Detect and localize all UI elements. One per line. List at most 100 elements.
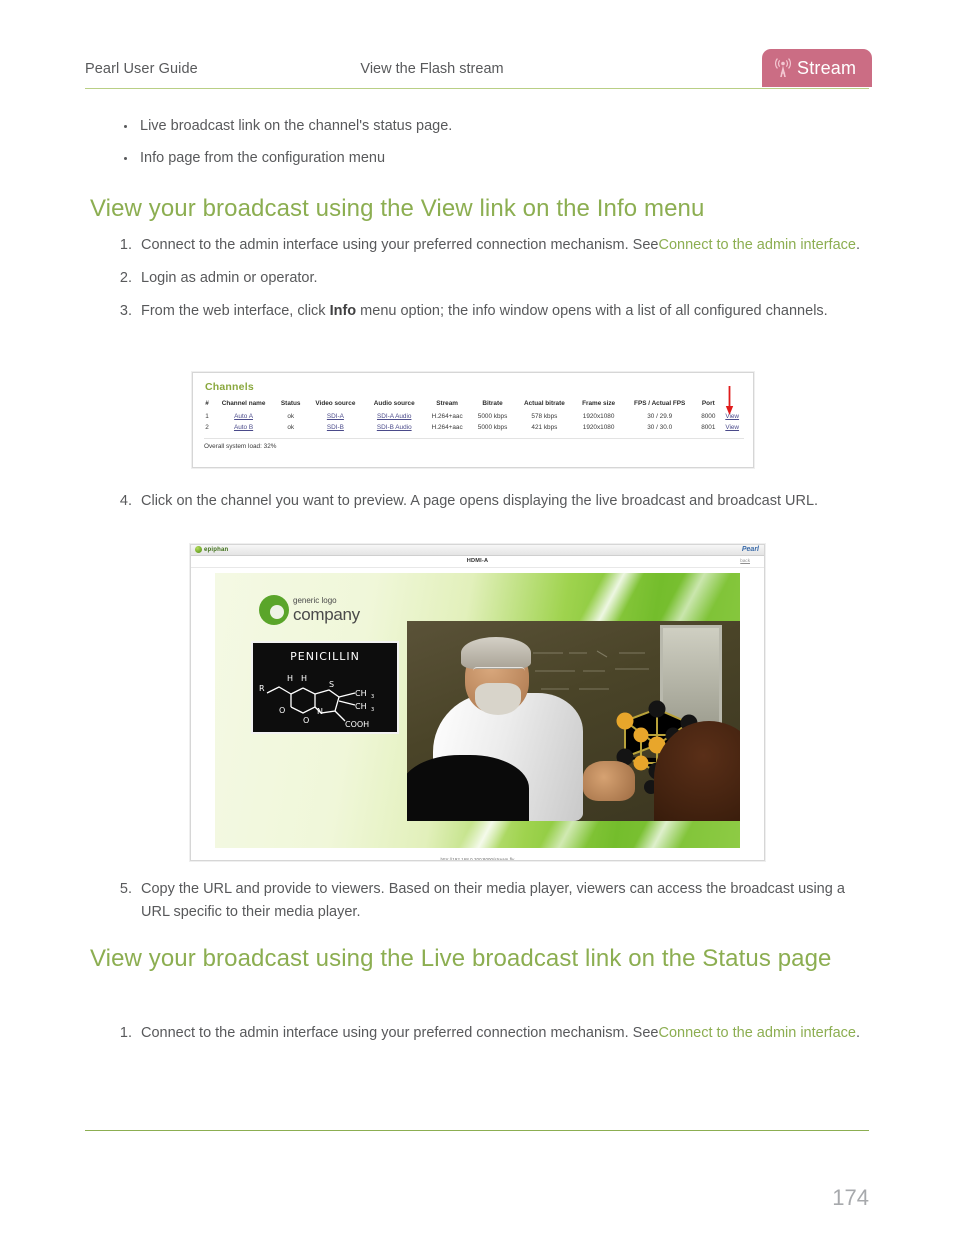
cell-channel-name: Auto B [212, 422, 275, 433]
stream-url-label: http://192.168.0.200:8000/stream.flv [440, 857, 515, 861]
company-logo: generic logo company [259, 595, 360, 625]
live-classroom-video [407, 621, 740, 821]
company-logo-generic-label: generic logo [293, 596, 337, 605]
svg-text:3: 3 [371, 707, 374, 713]
xref-connect-to-admin-interface[interactable]: Connect to the admin interface [658, 237, 855, 253]
col-status: Status [280, 400, 301, 407]
cell-index: 2 [205, 424, 209, 431]
svg-text:3: 3 [371, 694, 374, 700]
view-stream-link[interactable]: View [725, 424, 739, 431]
col-audio-source: Audio source [373, 400, 415, 407]
xref-connect-to-admin-interface[interactable]: Connect to the admin interface [658, 1025, 855, 1041]
step-number: 5. [119, 881, 132, 897]
cell-stream: H.264+aac [431, 424, 463, 431]
preview-back-link[interactable]: back [740, 558, 750, 563]
cell-view: View [720, 422, 744, 433]
professor-glasses-icon [473, 667, 525, 677]
cell-audio-source: SDI-B Audio [365, 422, 424, 433]
audio-source-link[interactable]: SDI-B Audio [377, 424, 412, 431]
step-number: 1. [119, 1025, 132, 1041]
video-source-link[interactable]: SDI-B [327, 424, 344, 431]
steps-list-status-page: 1. Connect to the admin interface using y… [110, 1022, 870, 1055]
col-fps: FPS / Actual FPS [634, 400, 686, 407]
svg-text:CH: CH [355, 702, 367, 711]
page-header: Pearl User Guide View the Flash stream S… [85, 49, 872, 93]
cell-frame-size: 1920x1080 [582, 413, 615, 420]
cell-index: 1 [205, 413, 209, 420]
intro-bullet-list: Live broadcast link on the channel's sta… [118, 116, 858, 180]
cell-video-source: SDI-A [306, 411, 364, 422]
preview-source-title: HDMI-A [466, 558, 489, 564]
cell-frame-size: 1920x1080 [582, 424, 615, 431]
broadcast-video-frame[interactable]: generic logo company PENICILLIN R H H O … [215, 573, 740, 848]
cell-video-source: SDI-B [306, 422, 364, 433]
professor-hair [461, 637, 531, 669]
company-logo-name-label: company [293, 605, 360, 624]
col-frame-size: Frame size [582, 400, 616, 407]
cell-channel-name: Auto A [212, 411, 275, 422]
list-item: 1. Connect to the admin interface using y… [110, 234, 870, 257]
col-channel-name: Channel name [221, 400, 266, 407]
figure-channels-table: Channels # Channel name Status Video sou… [192, 372, 754, 468]
step-text: Connect to the admin interface using you… [141, 237, 659, 253]
cell-audio-source: SDI-A Audio [365, 411, 424, 422]
stream-badge-label: Stream [797, 57, 857, 78]
svg-text:O: O [303, 716, 309, 725]
cell-fps: 30 / 30.0 [647, 424, 673, 431]
channels-panel-title: Channels [205, 381, 254, 393]
cell-bitrate: 5000 kbps [477, 424, 508, 431]
epiphan-logo: epiphan [195, 546, 228, 553]
list-item: Live broadcast link on the channel's sta… [118, 116, 858, 137]
preview-subbar: HDMI-A back [191, 556, 764, 568]
foreground-student-left [407, 755, 529, 821]
step-text: From the web interface, click [141, 303, 330, 319]
section-heading-status-page: View your broadcast using the Live broad… [90, 945, 832, 972]
preview-stage: generic logo company PENICILLIN R H H O … [191, 568, 764, 861]
list-item: Info page from the configuration menu [118, 148, 858, 169]
professor-hand [583, 761, 635, 801]
svg-text:H: H [287, 674, 293, 683]
steps-list-copy-url: 5. Copy the URL and provide to viewers. B… [110, 878, 870, 934]
col-index: # [205, 400, 209, 407]
system-load-label: Overall system load: 32% [204, 438, 744, 450]
cell-status: ok [287, 424, 295, 431]
step-text: Connect to the admin interface using you… [141, 1025, 659, 1041]
header-section-title: View the Flash stream [360, 61, 504, 77]
step-number: 3. [119, 303, 132, 319]
step-text: Copy the URL and provide to viewers. Bas… [141, 881, 845, 920]
channel-name-link[interactable]: Auto A [234, 413, 253, 420]
svg-text:COOH: COOH [345, 720, 369, 729]
cell-actual-bitrate: 578 kbps [531, 413, 558, 420]
channels-table: # Channel name Status Video source Audio… [202, 399, 744, 433]
table-header-row: # Channel name Status Video source Audio… [202, 399, 744, 411]
cell-status: ok [287, 413, 295, 420]
broadcast-tower-icon [775, 58, 791, 77]
epiphan-brand-label: epiphan [204, 546, 229, 553]
stream-url-strip: http://192.168.0.200:8000/stream.flv [191, 848, 764, 861]
section-heading-info-menu: View your broadcast using the View link … [90, 195, 705, 222]
list-item: 5. Copy the URL and provide to viewers. B… [110, 878, 870, 924]
svg-text:CH: CH [355, 689, 367, 698]
channel-name-link[interactable]: Auto B [234, 424, 253, 431]
video-source-link[interactable]: SDI-A [327, 413, 344, 420]
epiphan-mark-icon [195, 546, 202, 553]
cell-port: 8000 [701, 413, 716, 420]
figure-live-broadcast-preview: epiphan Pearl HDMI-A back generic logo c… [190, 544, 765, 861]
step-text-tail: . [855, 237, 860, 253]
penicillin-structure-icon: R H H O O N S CH CH COOH 3 3 [259, 674, 374, 729]
company-logo-mark-icon [259, 595, 289, 625]
svg-text:R: R [259, 684, 265, 693]
step-number: 2. [119, 270, 132, 286]
preview-browser-bar: epiphan Pearl [191, 545, 764, 556]
audio-source-link[interactable]: SDI-A Audio [377, 413, 411, 420]
footer-divider [85, 1130, 869, 1131]
pearl-brand-label: Pearl [741, 546, 759, 553]
svg-text:H: H [301, 674, 307, 683]
cell-actual-bitrate: 421 kbps [531, 424, 558, 431]
col-port: Port [701, 400, 715, 407]
svg-text:S: S [329, 680, 334, 689]
stream-tab-badge: Stream [762, 49, 872, 87]
cell-bitrate: 5000 kbps [477, 413, 508, 420]
step-text-tail: menu option; the info window opens with … [356, 303, 828, 319]
col-bitrate: Bitrate [482, 400, 503, 407]
